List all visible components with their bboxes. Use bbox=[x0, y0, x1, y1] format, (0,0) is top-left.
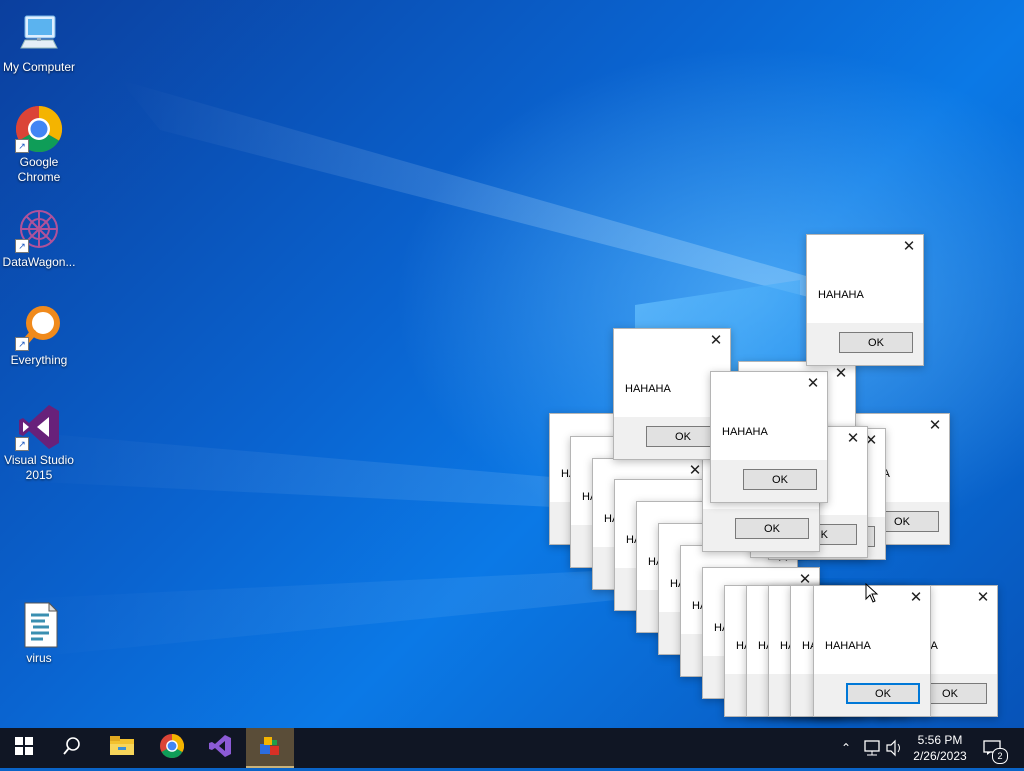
close-icon[interactable]: ✕ bbox=[833, 366, 849, 382]
notification-count-badge: 2 bbox=[992, 748, 1008, 764]
desktop-icon-label: Visual Studio 2015 bbox=[4, 453, 74, 482]
desktop-icon-label: My Computer bbox=[2, 60, 76, 74]
chrome-icon: ↗ bbox=[15, 105, 63, 153]
dialog-message: HAHAHA bbox=[825, 640, 871, 652]
desktop-icon-virus[interactable]: virus bbox=[0, 601, 79, 666]
volume-icon[interactable] bbox=[884, 728, 904, 768]
desktop-icon-google-chrome[interactable]: ↗ Google Chrome bbox=[0, 105, 79, 185]
clock-date: 2/26/2023 bbox=[913, 749, 967, 763]
ok-button[interactable]: OK bbox=[846, 683, 920, 704]
network-icon[interactable] bbox=[862, 728, 882, 768]
search-button[interactable] bbox=[48, 728, 96, 768]
desktop-icon-visual-studio[interactable]: ↗ Visual Studio 2015 bbox=[0, 403, 79, 483]
shortcut-arrow-icon: ↗ bbox=[15, 337, 29, 351]
mouse-cursor-icon bbox=[865, 582, 879, 608]
close-icon[interactable]: ✕ bbox=[975, 590, 991, 606]
message-dialog[interactable]: ✕ HAHAHA OK bbox=[710, 371, 828, 503]
desktop-icon-label: DataWagon... bbox=[2, 255, 76, 269]
file-explorer-icon bbox=[110, 735, 134, 761]
shortcut-arrow-icon: ↗ bbox=[15, 139, 29, 153]
ok-button[interactable]: OK bbox=[743, 469, 817, 490]
magnifier-icon: ↗ bbox=[15, 303, 63, 351]
message-dialog[interactable]: ✕ HAHAHA OK bbox=[806, 234, 924, 366]
taskbar-chrome[interactable] bbox=[148, 728, 196, 768]
chevron-up-icon[interactable]: ⌃ bbox=[838, 728, 854, 768]
action-center-button[interactable]: 2 bbox=[980, 728, 1010, 768]
chrome-icon bbox=[160, 733, 185, 763]
desktop-icon-label: Everything bbox=[10, 353, 68, 367]
taskbar-visual-studio[interactable] bbox=[196, 728, 244, 768]
system-clock[interactable]: 5:56 PM 2/26/2023 bbox=[906, 728, 974, 768]
computer-icon bbox=[15, 10, 63, 58]
close-icon[interactable]: ✕ bbox=[908, 590, 924, 606]
close-icon[interactable]: ✕ bbox=[901, 239, 917, 255]
desktop-icon-everything[interactable]: ↗ Everything bbox=[0, 303, 79, 368]
taskbar-file-explorer[interactable] bbox=[98, 728, 146, 768]
start-icon bbox=[15, 736, 33, 760]
visual-studio-icon: ↗ bbox=[15, 403, 63, 451]
close-icon[interactable]: ✕ bbox=[805, 376, 821, 392]
close-icon[interactable]: ✕ bbox=[708, 333, 724, 349]
desktop-icon-my-computer[interactable]: My Computer bbox=[0, 10, 79, 75]
desktop[interactable]: My Computer ↗ Google Chrome ↗ DataWagon.… bbox=[0, 0, 1024, 728]
visual-studio-icon bbox=[208, 734, 232, 763]
ok-button[interactable]: OK bbox=[646, 426, 720, 447]
desktop-icon-datawagon[interactable]: ↗ DataWagon... bbox=[0, 205, 79, 270]
dialog-message: HAHAHA bbox=[722, 426, 768, 438]
close-icon[interactable]: ✕ bbox=[845, 431, 861, 447]
shortcut-arrow-icon: ↗ bbox=[15, 437, 29, 451]
close-icon[interactable]: ✕ bbox=[927, 418, 943, 434]
desktop-icon-label: virus bbox=[26, 651, 52, 665]
search-icon bbox=[63, 736, 81, 760]
ok-button[interactable]: OK bbox=[839, 332, 913, 353]
taskbar-virus-app[interactable] bbox=[246, 728, 294, 768]
datawagon-icon: ↗ bbox=[15, 205, 63, 253]
clock-time: 5:56 PM bbox=[917, 733, 963, 747]
ok-button[interactable]: OK bbox=[735, 518, 809, 539]
script-file-icon bbox=[15, 601, 63, 649]
desktop-icon-label: Google Chrome bbox=[17, 155, 61, 184]
taskbar: ⌃ 5:56 PM 2/26/2023 2 bbox=[0, 728, 1024, 768]
close-icon[interactable]: ✕ bbox=[687, 463, 703, 479]
dialog-message: HAHAHA bbox=[818, 289, 864, 301]
start-button[interactable] bbox=[0, 728, 48, 768]
virus-app-icon bbox=[258, 734, 282, 763]
shortcut-arrow-icon: ↗ bbox=[15, 239, 29, 253]
dialog-message: HAHAHA bbox=[625, 383, 671, 395]
